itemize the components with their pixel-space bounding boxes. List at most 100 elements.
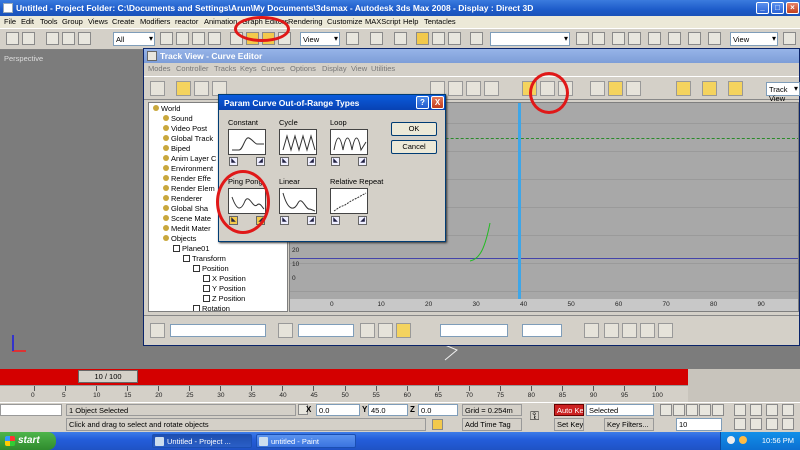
menu-views[interactable]: Views bbox=[88, 17, 108, 26]
maximize-viewport-icon[interactable] bbox=[782, 418, 794, 430]
y-coord-field[interactable]: 45.0 bbox=[368, 404, 408, 416]
rotate-icon[interactable] bbox=[246, 32, 259, 45]
zoom-horizontal-extents-icon[interactable] bbox=[604, 323, 619, 338]
set-tangents-slow-icon[interactable] bbox=[484, 81, 499, 96]
scale-icon[interactable] bbox=[278, 32, 291, 45]
show-keyable-icon[interactable] bbox=[558, 81, 573, 96]
reference-coord-dropdown[interactable]: View bbox=[300, 32, 340, 46]
cycle-in-arrow-icon[interactable]: ◣ bbox=[280, 157, 289, 166]
pan-view-icon[interactable] bbox=[750, 418, 762, 430]
x-coord-field[interactable]: 0.0 bbox=[316, 404, 360, 416]
set-key-button[interactable]: Set Key bbox=[554, 418, 584, 431]
hierarchy-icon[interactable] bbox=[702, 81, 717, 96]
menu-edit[interactable]: Edit bbox=[21, 17, 34, 26]
key-frame-field[interactable] bbox=[298, 324, 354, 337]
zoom-region-icon[interactable] bbox=[658, 323, 673, 338]
menu-create[interactable]: Create bbox=[112, 17, 135, 26]
cancel-button[interactable]: Cancel bbox=[391, 140, 437, 154]
lock-tangents-icon[interactable] bbox=[626, 81, 641, 96]
pivot-center-icon[interactable] bbox=[346, 32, 359, 45]
key-filters-button[interactable]: Key Filters... bbox=[604, 418, 654, 431]
selected-object-name-field[interactable] bbox=[170, 324, 266, 337]
tree-node[interactable]: Global Sha bbox=[163, 204, 208, 213]
zoom-all-icon[interactable] bbox=[750, 404, 762, 416]
curve-editor-icon[interactable] bbox=[262, 32, 275, 45]
auto-key-button[interactable]: Auto Key bbox=[554, 404, 584, 416]
next-frame-icon[interactable] bbox=[699, 404, 711, 416]
linear-in-arrow-icon[interactable]: ◣ bbox=[280, 216, 289, 225]
menu-customize[interactable]: Customize bbox=[327, 17, 362, 26]
window-crossing-icon[interactable] bbox=[208, 32, 221, 45]
pan-icon[interactable] bbox=[584, 323, 599, 338]
spinner-snap-icon[interactable] bbox=[448, 32, 461, 45]
zoom-extents-icon[interactable] bbox=[766, 404, 778, 416]
show-all-tangents-icon[interactable] bbox=[590, 81, 605, 96]
render-scene-icon[interactable] bbox=[668, 32, 681, 45]
schematic-view-icon[interactable] bbox=[628, 32, 641, 45]
tree-node[interactable]: Sound bbox=[163, 114, 193, 123]
zoom-selected-object-icon[interactable] bbox=[150, 323, 165, 338]
mirror-icon[interactable] bbox=[576, 32, 589, 45]
redo-icon[interactable] bbox=[22, 32, 35, 45]
select-object-icon[interactable] bbox=[160, 32, 173, 45]
play-icon[interactable] bbox=[686, 404, 698, 416]
tv-menu-utilities[interactable]: Utilities bbox=[371, 64, 395, 73]
tree-node[interactable]: Render Elem bbox=[163, 184, 215, 193]
taskbar-item-3dsmax[interactable]: Untitled - Project ... bbox=[152, 434, 252, 448]
time-field[interactable] bbox=[440, 324, 508, 337]
tv-menu-options[interactable]: Options bbox=[290, 64, 316, 73]
snaps-toggle-icon[interactable] bbox=[394, 32, 407, 45]
edit-named-selections-icon[interactable] bbox=[470, 32, 483, 45]
select-by-name-icon[interactable] bbox=[176, 32, 189, 45]
tree-node[interactable]: Environment bbox=[163, 164, 213, 173]
tree-node[interactable]: Z Position bbox=[203, 294, 245, 303]
relative-repeat-out-arrow-icon[interactable]: ◢ bbox=[358, 216, 367, 225]
tree-node[interactable]: Global Track bbox=[163, 134, 213, 143]
current-frame-field[interactable]: 10 bbox=[676, 418, 722, 431]
maximize-button[interactable]: □ bbox=[771, 2, 784, 14]
tree-node[interactable]: Medit Mater bbox=[163, 224, 211, 233]
ping-pong-in-arrow-icon[interactable]: ◣ bbox=[229, 216, 238, 225]
show-key-stats-icon[interactable] bbox=[360, 323, 375, 338]
new-track-view-icon[interactable] bbox=[676, 81, 691, 96]
constant-out-arrow-icon[interactable]: ◢ bbox=[256, 157, 265, 166]
z-coord-field[interactable]: 0.0 bbox=[418, 404, 458, 416]
tv-menu-curves[interactable]: Curves bbox=[261, 64, 285, 73]
dialog-close-button[interactable]: X bbox=[431, 96, 444, 109]
select-manipulate-icon[interactable] bbox=[370, 32, 383, 45]
slide-keys-icon[interactable] bbox=[194, 81, 209, 96]
selection-filter-dropdown[interactable]: All bbox=[113, 32, 155, 46]
unlink-icon[interactable] bbox=[62, 32, 75, 45]
time-slider-thumb[interactable]: 10 / 100 bbox=[78, 370, 138, 383]
expand-tracks-icon[interactable] bbox=[728, 81, 743, 96]
undo-icon[interactable] bbox=[6, 32, 19, 45]
tree-node[interactable]: Renderer bbox=[163, 194, 202, 203]
menu-modifiers[interactable]: Modifiers bbox=[140, 17, 170, 26]
quick-render-icon[interactable] bbox=[708, 32, 721, 45]
key-value-icon[interactable] bbox=[378, 323, 393, 338]
set-tangents-fast-icon[interactable] bbox=[466, 81, 481, 96]
move-icon[interactable] bbox=[230, 32, 243, 45]
tv-menu-keys[interactable]: Keys bbox=[240, 64, 257, 73]
layer-manager-icon[interactable] bbox=[612, 32, 625, 45]
linear-curve-icon[interactable] bbox=[279, 188, 317, 214]
render-viewport-dropdown[interactable]: View bbox=[730, 32, 778, 46]
render-last-icon[interactable] bbox=[783, 32, 796, 45]
tv-menu-view[interactable]: View bbox=[351, 64, 367, 73]
menu-animation[interactable]: Animation bbox=[204, 17, 237, 26]
select-link-icon[interactable] bbox=[46, 32, 59, 45]
menu-tools[interactable]: Tools bbox=[40, 17, 58, 26]
viewport-label[interactable]: Perspective bbox=[4, 54, 43, 63]
tree-node[interactable]: X Position bbox=[203, 274, 246, 283]
tree-node[interactable]: Video Post bbox=[163, 124, 207, 133]
track-view-name-dropdown[interactable]: Track View bbox=[766, 82, 800, 103]
render-type-icon[interactable] bbox=[688, 32, 701, 45]
menu-help[interactable]: Help bbox=[403, 17, 418, 26]
tree-node[interactable]: World bbox=[153, 104, 180, 113]
arc-rotate-icon[interactable] bbox=[766, 418, 778, 430]
show-tangents-icon[interactable] bbox=[608, 81, 623, 96]
cycle-curve-icon[interactable] bbox=[279, 129, 317, 155]
tree-node[interactable]: Y Position bbox=[203, 284, 246, 293]
tree-node[interactable]: Plane01 bbox=[173, 244, 210, 253]
zoom-extents-all-icon[interactable] bbox=[782, 404, 794, 416]
